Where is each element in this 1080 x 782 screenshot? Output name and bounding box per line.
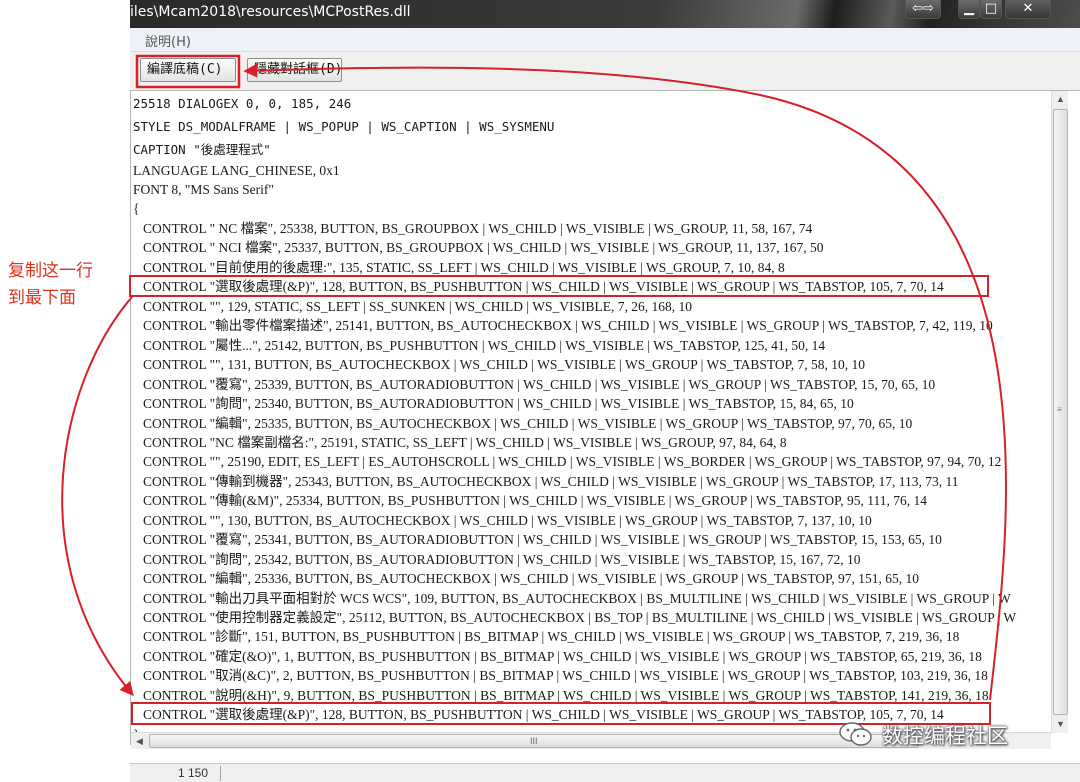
arrow-to-compile (243, 63, 1007, 701)
highlight-box-source-line (129, 275, 989, 297)
screenshot: iles\Mcam2018\resources\MCPostRes.dll ⇦⇨… (0, 0, 1080, 782)
highlight-box-compile-button (135, 54, 241, 89)
wechat-icon (839, 722, 872, 746)
watermark-text: 数控编程社区 (882, 724, 1008, 748)
annotation-overlay (61, 54, 1007, 725)
arrow-copy-down (61, 296, 134, 697)
